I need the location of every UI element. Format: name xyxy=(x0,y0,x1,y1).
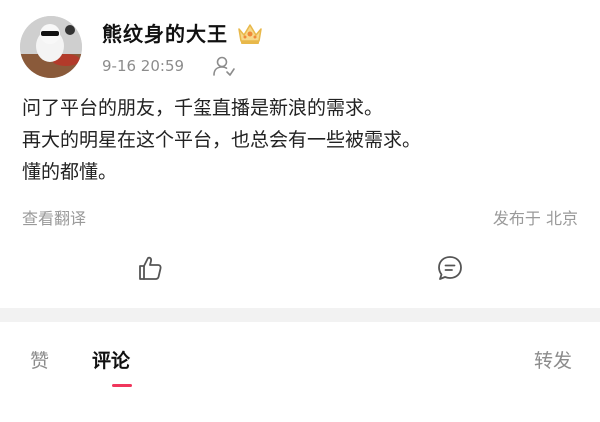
thumbs-up-icon[interactable] xyxy=(136,254,164,282)
active-tab-indicator xyxy=(112,384,132,387)
post-card: 熊纹身的大王 9-16 20:59 问了平台的朋友，千玺直播是新浪的需求。 再大… xyxy=(0,0,600,308)
post-location: 发布于 北京 xyxy=(492,209,578,228)
visibility-icon xyxy=(213,56,235,76)
avatar-image xyxy=(20,16,82,78)
post-content: 问了平台的朋友，千玺直播是新浪的需求。 再大的明星在这个平台，也总会有一些被需求… xyxy=(22,92,582,188)
tab-bar: 赞 评论 转发 xyxy=(0,322,600,422)
post-line: 再大的明星在这个平台，也总会有一些被需求。 xyxy=(22,129,422,151)
section-divider xyxy=(0,308,600,322)
tab-comment[interactable]: 评论 xyxy=(92,346,130,373)
comment-icon[interactable] xyxy=(436,254,464,282)
avatar[interactable] xyxy=(20,16,82,78)
translate-link[interactable]: 查看翻译 xyxy=(22,205,86,229)
author-name[interactable]: 熊纹身的大王 xyxy=(102,18,228,47)
tab-repost[interactable]: 转发 xyxy=(534,346,572,373)
crown-icon[interactable] xyxy=(236,20,264,46)
post-line: 问了平台的朋友，千玺直播是新浪的需求。 xyxy=(22,97,384,119)
tab-like[interactable]: 赞 xyxy=(30,346,49,373)
post-line: 懂的都懂。 xyxy=(22,161,118,183)
post-time: 9-16 20:59 xyxy=(102,57,185,75)
